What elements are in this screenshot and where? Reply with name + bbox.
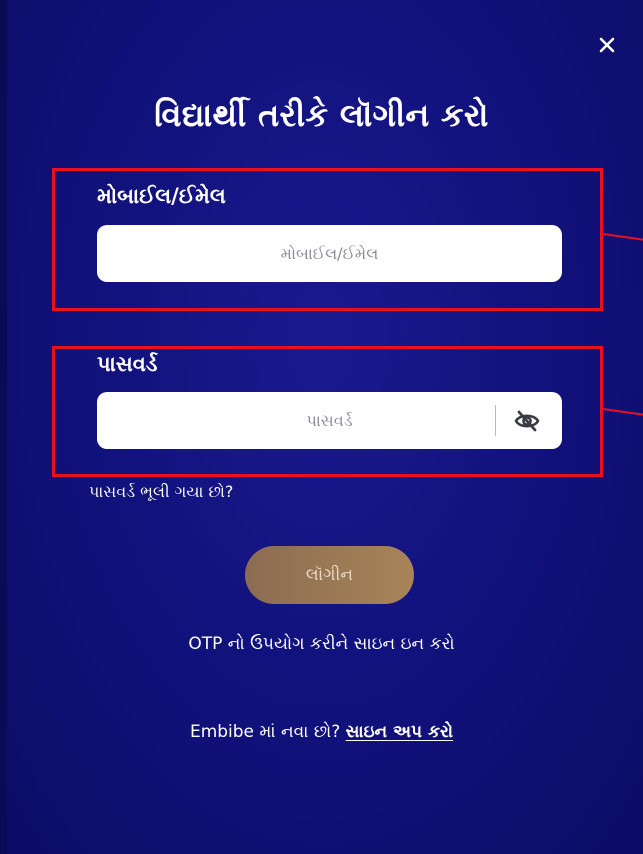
signup-prompt: Embibe માં નવા છો? [189,722,346,742]
otp-signin-link[interactable]: OTP નો ઉપયોગ કરીને સાઇન ઇન કરો [0,634,643,654]
signup-link[interactable]: સાઇન અપ કરો [346,722,453,742]
login-button[interactable]: લૉગીન [245,546,414,604]
highlight-connector-password [602,408,643,416]
close-button[interactable] [592,30,622,60]
forgot-password-link[interactable]: પાસવર્ડ ભૂલી ગયા છો? [89,482,233,502]
highlight-connector-mobile-email [602,233,643,241]
signup-line: Embibe માં નવા છો? સાઇન અપ કરો [0,722,643,742]
close-icon [599,37,615,53]
dialog-title: વિદ્યાર્થી તરીકે લૉગીન કરો [154,96,489,134]
highlight-frame-mobile-email [52,168,603,311]
highlight-frame-password [52,346,603,477]
